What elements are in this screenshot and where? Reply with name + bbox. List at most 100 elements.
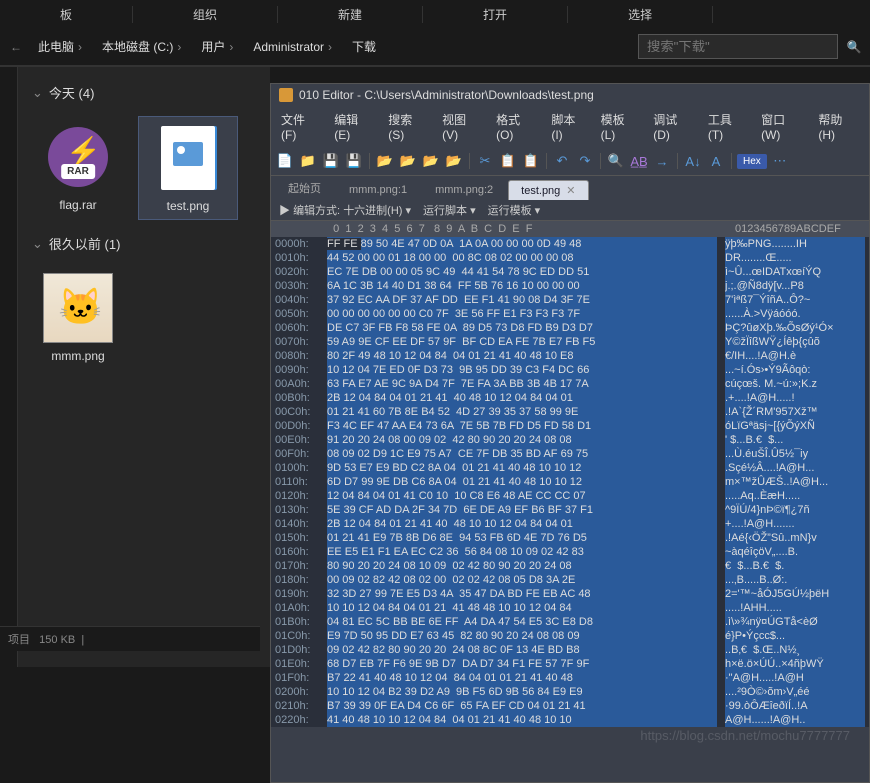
bc-administrator[interactable]: Administrator [247,38,342,56]
hex-bytes[interactable]: 68 D7 EB 7F F6 9E 9B D7 DA D7 34 F1 FE 5… [327,657,717,671]
hex-ascii[interactable]: .....!AHH..... [725,601,865,615]
hex-row[interactable]: 0010h:44 52 00 00 01 18 00 00 00 8C 08 0… [271,251,869,265]
bc-downloads[interactable]: 下载 [346,36,382,57]
hex-ascii[interactable]: j.;.@Ñ8dÿ[v...P8 [725,279,865,293]
hex-bytes[interactable]: 04 81 EC 5C BB BE 6E FF A4 DA 47 54 E5 3… [327,615,717,629]
find-icon[interactable]: 🔍 [606,151,626,171]
hex-bytes[interactable]: DE C7 3F FB F8 58 FE 0A 89 D5 73 D8 FD B… [327,321,717,335]
hex-bytes[interactable]: B7 39 39 0F EA D4 C6 6F 65 FA EF CD 04 0… [327,699,717,713]
group-today[interactable]: 今天 (4) [28,77,260,108]
hex-row[interactable]: 0210h:B7 39 39 0F EA D4 C6 6F 65 FA EF C… [271,699,869,713]
hex-ascii[interactable]: .+....!A@H.....! [725,391,865,405]
hex-bytes[interactable]: 00 09 02 82 42 08 02 00 02 02 42 08 05 D… [327,573,717,587]
tab-mmm-png-2[interactable]: mmm.png:2 [422,180,506,200]
menu-help[interactable]: 帮助(H) [812,109,865,144]
hex-row[interactable]: 00B0h:2B 12 04 84 04 01 21 41 40 48 10 1… [271,391,869,405]
hex-bytes[interactable]: 10 10 12 04 84 04 01 21 41 48 48 10 10 1… [327,601,717,615]
hex-ascii[interactable]: €/IH....!A@H.è [725,349,865,363]
menu-file[interactable]: 文件(F) [275,109,326,144]
run-template-dropdown[interactable]: 运行模板 ▾ [488,202,541,218]
hex-ascii[interactable]: 2='™~åÓJ5GÚ½þëH [725,587,865,601]
edit-mode-value[interactable]: 十六进制(H) [343,205,402,217]
hex-row[interactable]: 0070h:59 A9 9E CF EE DF 57 9F BF CD EA F… [271,335,869,349]
hex-ascii[interactable]: € $...B.€ $. [725,559,865,573]
hex-row[interactable]: 01A0h:10 10 12 04 84 04 01 21 41 48 48 1… [271,601,869,615]
menu-scripts[interactable]: 脚本(I) [545,109,592,144]
menu-debug[interactable]: 调试(D) [647,109,700,144]
hex-ascii[interactable]: ......À.>Vÿáóóó. [725,307,865,321]
hex-bytes[interactable]: 63 FA E7 AE 9C 9A D4 7F 7E FA 3A BB 3B 4… [327,377,717,391]
hex-view[interactable]: 0000h:FF FE 89 50 4E 47 0D 0A 1A 0A 00 0… [271,237,869,727]
hex-bytes[interactable]: 9D 53 E7 E9 BD C2 8A 04 01 21 41 40 48 1… [327,461,717,475]
hex-ascii[interactable]: ^9Ï­Ú/4}nÞ©ï¶¿7ñ [725,503,865,517]
hex-ascii[interactable]: Y©žÏîßWŸ¿Íêþ{çûõ [725,335,865,349]
hex-row[interactable]: 00E0h:91 20 20 24 08 00 09 02 42 80 90 2… [271,433,869,447]
hex-bytes[interactable]: 2B 12 04 84 01 21 41 40 48 10 10 12 04 8… [327,517,717,531]
hex-bytes[interactable]: 10 12 04 7E ED 0F D3 73 9B 95 DD 39 C3 F… [327,363,717,377]
hex-bytes[interactable]: 12 04 84 04 01 41 C0 10 10 C8 E6 48 AE C… [327,489,717,503]
hex-row[interactable]: 0030h:6A 1C 3B 14 40 D1 38 64 FF 5B 76 1… [271,279,869,293]
hex-ascii[interactable]: ~àqéîçöV„....B. [725,545,865,559]
bc-drive-c[interactable]: 本地磁盘 (C:) [96,36,191,57]
menu-search[interactable]: 搜索(S) [382,109,434,144]
file-flag-rar[interactable]: RAR flag.rar [28,116,128,220]
cut-icon[interactable]: ✂ [475,151,495,171]
hex-ascii[interactable]: ÿþ‰PNG........IH [725,237,865,251]
hex-row[interactable]: 0100h:9D 53 E7 E9 BD C2 8A 04 01 21 41 4… [271,461,869,475]
hex-bytes[interactable]: 01 21 41 E9 7B 8B D6 8E 94 53 FB 6D 4E 7… [327,531,717,545]
hex-row[interactable]: 0220h:41 40 48 10 10 12 04 84 04 01 21 4… [271,713,869,727]
hex-row[interactable]: 0180h:00 09 02 82 42 08 02 00 02 02 42 0… [271,573,869,587]
hex-ascii[interactable]: .!A`{Ž´RM'957Xž™ [725,405,865,419]
hex-ascii[interactable]: h×ë.ö×ÚÚ..×4ñþWŸ [725,657,865,671]
hex-ascii[interactable]: ì~Û...œIDATxœíÝQ [725,265,865,279]
hex-row[interactable]: 01E0h:68 D7 EB 7F F6 9E 9B D7 DA D7 34 F… [271,657,869,671]
hex-mode-button[interactable]: Hex [737,154,767,169]
hex-bytes[interactable]: 10 10 12 04 B2 39 D2 A9 9B F5 6D 9B 56 8… [327,685,717,699]
more-icon[interactable]: ⋯ [770,151,790,171]
new-file-icon[interactable]: 📄 [275,151,295,171]
hex-row[interactable]: 00C0h:01 21 41 60 7B 8E B4 52 4D 27 39 3… [271,405,869,419]
hex-row[interactable]: 0190h:32 3D 27 99 7E E5 D3 4A 35 47 DA B… [271,587,869,601]
highlight-icon[interactable]: A↓ [683,151,703,171]
hex-row[interactable]: 0000h:FF FE 89 50 4E 47 0D 0A 1A 0A 00 0… [271,237,869,251]
hex-ascii[interactable]: .ì\»¾nÿ¤ÚGTå<èØ [725,615,865,629]
hex-bytes[interactable]: 09 02 42 82 80 90 20 20 24 08 8C 0F 13 4… [327,643,717,657]
hex-ascii[interactable]: ...‚B.....B..Ø:. [725,573,865,587]
group-long-ago[interactable]: 很久以前 (1) [28,228,260,259]
hex-ascii[interactable]: A@H......!A@H.. [725,713,865,727]
search-input[interactable] [638,34,838,59]
close-tab-icon[interactable]: ✕ [566,185,575,197]
hex-row[interactable]: 0130h:5E 39 CF AD DA 2F 34 7D 6E DE A9 E… [271,503,869,517]
hex-ascii[interactable]: ÞÇ?ûøXþ.‰ÕsØý¹Ó× [725,321,865,335]
folder-icon[interactable]: 📂 [398,151,418,171]
hex-row[interactable]: 0200h:10 10 12 04 B2 39 D2 A9 9B F5 6D 9… [271,685,869,699]
hex-bytes[interactable]: FF FE 89 50 4E 47 0D 0A 1A 0A 00 00 00 0… [327,237,717,251]
hex-bytes[interactable]: 91 20 20 24 08 00 09 02 42 80 90 20 20 2… [327,433,717,447]
hex-row[interactable]: 0060h:DE C7 3F FB F8 58 FE 0A 89 D5 73 D… [271,321,869,335]
hex-ascii[interactable]: óLïGªäsj~[{ýÕýXÑ [725,419,865,433]
hex-ascii[interactable]: .!Aé{‹ÖŽ”Sû..mN}v [725,531,865,545]
hex-bytes[interactable]: 80 90 20 20 24 08 10 09 02 42 80 90 20 2… [327,559,717,573]
save-icon[interactable]: 💾 [321,151,341,171]
hex-ascii[interactable]: é}P•Ýçcc$... [725,629,865,643]
hex-bytes[interactable]: 00 00 00 00 00 00 C0 7F 3E 56 FF E1 F3 F… [327,307,717,321]
hex-ascii[interactable]: ·"A@H.....!A@H [725,671,865,685]
font-icon[interactable]: A [706,151,726,171]
hex-bytes[interactable]: 41 40 48 10 10 12 04 84 04 01 21 41 40 4… [327,713,717,727]
find-replace-icon[interactable]: A̲B̲ [629,151,649,171]
hex-ascii[interactable]: ..B‚€ $.Œ..N½¸ [725,643,865,657]
hex-ascii[interactable]: 7'ìªß7¯ÝîñA..Ô?~ [725,293,865,307]
menu-tools[interactable]: 工具(T) [702,109,753,144]
hex-row[interactable]: 0080h:80 2F 49 48 10 12 04 84 04 01 21 4… [271,349,869,363]
ribbon-group-organize[interactable]: 组织 [133,6,278,23]
hex-bytes[interactable]: 6D D7 99 9E DB C6 8A 04 01 21 41 40 48 1… [327,475,717,489]
bc-users[interactable]: 用户 [195,36,243,57]
hex-row[interactable]: 01D0h:09 02 42 82 80 90 20 20 24 08 8C 0… [271,643,869,657]
ribbon-group-select[interactable]: 选择 [568,6,713,23]
hex-ascii[interactable]: ...Ù.éuŠÎ.Û5½¯iy [725,447,865,461]
folder-icon[interactable]: 📂 [421,151,441,171]
tab-mmm-png-1[interactable]: mmm.png:1 [336,180,420,200]
hex-ascii[interactable]: ....²9Ò©›õm›V„éé [725,685,865,699]
run-script-dropdown[interactable]: 运行脚本 ▾ [423,202,476,218]
hex-bytes[interactable]: EC 7E DB 00 00 05 9C 49 44 41 54 78 9C E… [327,265,717,279]
